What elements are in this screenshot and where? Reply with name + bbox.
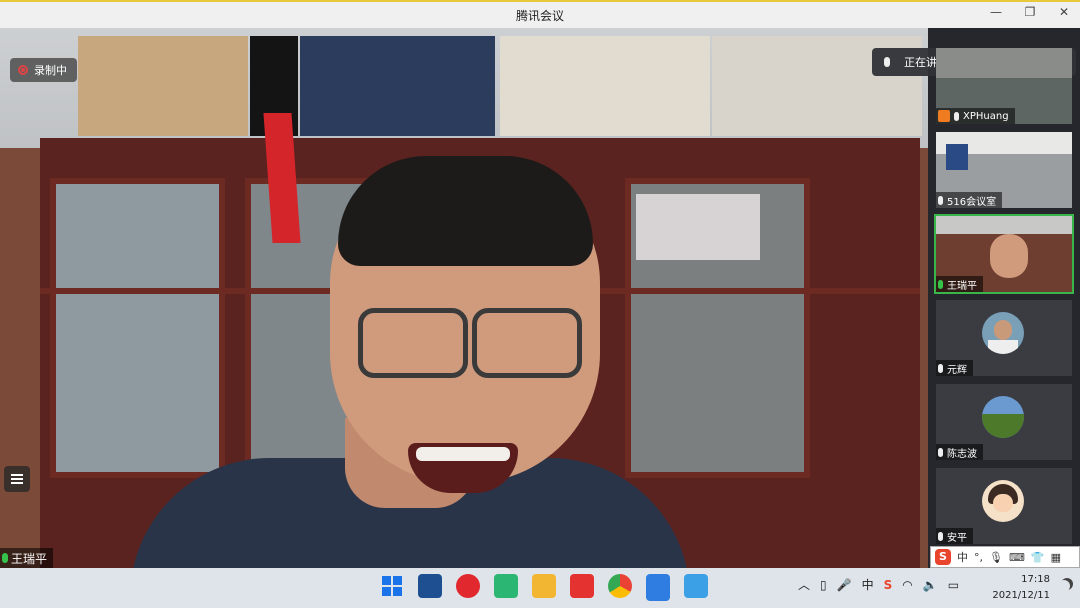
- mic-icon: [954, 111, 959, 121]
- mic-active-icon: [938, 279, 943, 289]
- usb-icon[interactable]: ▯: [820, 578, 827, 592]
- app-icon[interactable]: [684, 574, 708, 598]
- restore-icon[interactable]: ❐: [1022, 5, 1038, 19]
- participant-name: 元辉: [947, 364, 967, 376]
- mic-muted-icon: [938, 195, 943, 205]
- tencent-meeting-icon[interactable]: [646, 574, 670, 601]
- participant-name: 516会议室: [947, 196, 997, 208]
- keyboard-icon[interactable]: ⌨: [1009, 551, 1025, 564]
- widgets-icon[interactable]: [418, 574, 442, 598]
- wifi-icon[interactable]: ◠: [902, 578, 912, 592]
- dictionary-icon[interactable]: [570, 574, 594, 598]
- window-title: 腾讯会议: [515, 9, 564, 23]
- minimize-icon[interactable]: —: [988, 5, 1004, 19]
- participant-tile[interactable]: 516会议室: [936, 132, 1072, 208]
- recording-label: 录制中: [34, 64, 67, 77]
- ime-toolbar[interactable]: S 中 °, 🎙 ⌨ 👕 ▦: [930, 546, 1080, 568]
- mic-muted-icon: [938, 363, 943, 373]
- participant-name: 陈志波: [947, 448, 977, 460]
- background-box: [300, 36, 495, 136]
- skin-icon[interactable]: 👕: [1031, 551, 1045, 564]
- focus-assist-icon[interactable]: [1058, 580, 1070, 592]
- close-icon[interactable]: ✕: [1056, 5, 1072, 19]
- clock-time: 17:18: [1021, 574, 1050, 585]
- member-list-button[interactable]: [4, 466, 30, 492]
- clock-date: 2021/12/11: [992, 590, 1050, 601]
- app-icon[interactable]: [494, 574, 518, 598]
- toolbox-icon[interactable]: ▦: [1051, 551, 1061, 564]
- speaker-figure: [130, 156, 690, 568]
- mic-icon: [884, 57, 890, 67]
- mic-active-icon: [2, 553, 8, 563]
- background-box: [500, 36, 710, 136]
- participant-tile-active[interactable]: 王瑞平: [934, 214, 1074, 294]
- chevron-up-icon[interactable]: ︿: [798, 576, 810, 593]
- recording-badge[interactable]: 录制中: [10, 58, 77, 82]
- avatar: [982, 312, 1024, 354]
- battery-icon[interactable]: ▭: [948, 578, 959, 592]
- participant-tile[interactable]: 陈志波: [936, 384, 1072, 460]
- background-box: [78, 36, 248, 136]
- file-explorer-icon[interactable]: [532, 574, 556, 598]
- taskbar: ︿ ▯ 🎤 中 S ◠ 🔈 ▭ 17:18 2021/12/11: [0, 568, 1080, 608]
- avatar: [982, 480, 1024, 522]
- participant-name: 王瑞平: [947, 280, 977, 292]
- ime-indicator[interactable]: 中: [862, 576, 874, 593]
- user-icon: [938, 110, 950, 122]
- speaker-name-tag: 王瑞平: [0, 548, 54, 568]
- mic-muted-icon: [938, 531, 943, 541]
- windows-start-icon[interactable]: [380, 574, 404, 598]
- participant-tile[interactable]: XPHuang: [936, 48, 1072, 124]
- participant-tile[interactable]: 安平: [936, 468, 1072, 544]
- ime-punct[interactable]: °,: [974, 551, 983, 564]
- app-icon[interactable]: [456, 574, 480, 598]
- mic-tray-icon[interactable]: 🎤: [837, 578, 852, 592]
- voice-input-icon[interactable]: 🎙: [989, 551, 1003, 564]
- window-titlebar: 腾讯会议 — ❐ ✕: [0, 0, 1080, 28]
- sogou-icon[interactable]: S: [935, 549, 951, 565]
- sogou-tray-icon[interactable]: S: [884, 578, 893, 592]
- system-clock[interactable]: 17:18 2021/12/11: [992, 572, 1050, 604]
- speaker-name: 王瑞平: [11, 551, 48, 566]
- volume-icon[interactable]: 🔈: [923, 578, 938, 592]
- avatar: [982, 396, 1024, 438]
- ime-mode[interactable]: 中: [957, 549, 968, 565]
- mic-muted-icon: [938, 447, 943, 457]
- participant-tile[interactable]: 元辉: [936, 300, 1072, 376]
- chrome-icon[interactable]: [608, 574, 632, 598]
- record-icon: [18, 65, 28, 75]
- participant-name: XPHuang: [963, 110, 1009, 122]
- participant-name: 安平: [947, 532, 967, 544]
- main-video[interactable]: 录制中 王瑞平: [0, 28, 928, 568]
